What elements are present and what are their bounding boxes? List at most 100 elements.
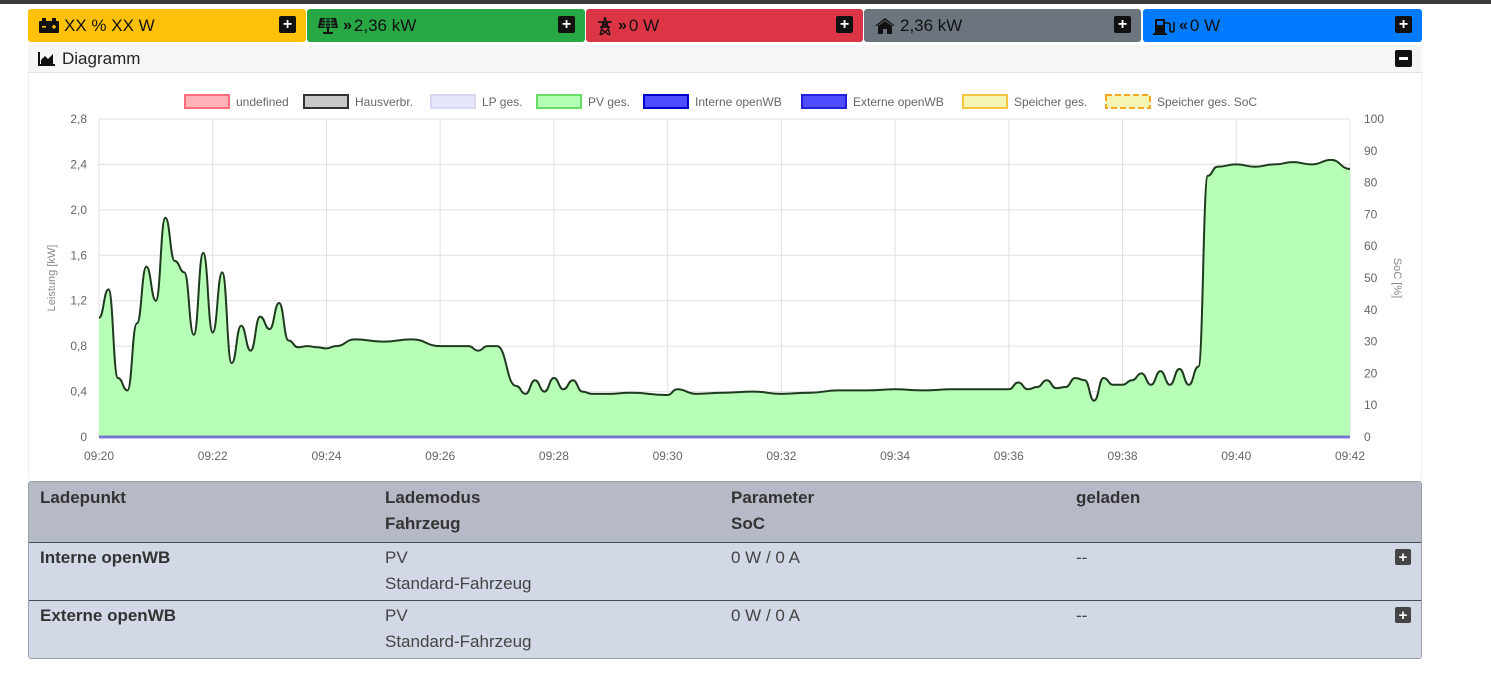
y2-tick-label: 100 xyxy=(1364,112,1384,126)
y2-tick-label: 60 xyxy=(1364,239,1378,253)
header-geladen: geladen xyxy=(1076,488,1141,507)
power-chart: undefined Hausverbr. LP ges. PV ges. Interne… xyxy=(46,94,1403,463)
pv-tile[interactable]: » 2,36 kW + xyxy=(307,9,585,42)
row-ladepunkt: Interne openWB xyxy=(40,548,171,567)
grid-direction-icon: » xyxy=(618,16,627,34)
row-mode: PV xyxy=(385,606,408,625)
row-vehicle: Standard-Fahrzeug xyxy=(385,574,532,593)
row-expand-icon[interactable]: + xyxy=(1395,549,1411,565)
row-lademodus: PV Standard-Fahrzeug xyxy=(385,545,531,597)
row-geladen: -- xyxy=(1076,548,1088,567)
row-lademodus: PV Standard-Fahrzeug xyxy=(385,603,531,655)
power-tower-icon xyxy=(596,16,614,36)
legend-swatch xyxy=(1105,94,1151,109)
legend-swatch xyxy=(184,94,230,109)
x-tick-label: 09:36 xyxy=(994,449,1024,463)
legend-label: Interne openWB xyxy=(695,95,782,109)
row-expand-icon[interactable]: + xyxy=(1395,607,1411,623)
y2-tick-label: 80 xyxy=(1364,176,1378,190)
row-parameter: 0 W / 0 A xyxy=(731,606,800,625)
collapse-icon[interactable] xyxy=(1395,50,1412,67)
y-tick-label: 2,0 xyxy=(70,203,87,217)
x-tick-label: 09:20 xyxy=(84,449,114,463)
top-border xyxy=(0,0,1491,4)
status-tiles: XX % XX W + » 2,36 kW + » 0 W + 2,36 kW … xyxy=(28,9,1422,42)
solar-panel-icon xyxy=(317,17,339,35)
pv-area xyxy=(99,159,1350,437)
legend-label: Speicher ges. SoC xyxy=(1157,95,1257,109)
charge-value: 0 W xyxy=(1189,15,1221,35)
x-tick-label: 09:24 xyxy=(311,449,341,463)
x-tick-label: 09:30 xyxy=(653,449,683,463)
battery-expand-icon[interactable]: + xyxy=(279,16,296,33)
x-tick-label: 09:28 xyxy=(539,449,569,463)
legend-label: PV ges. xyxy=(588,95,630,109)
area-chart-icon xyxy=(38,51,56,66)
table-row[interactable]: Interne openWB PV Standard-Fahrzeug 0 W … xyxy=(29,542,1421,600)
y-tick-label: 0,8 xyxy=(70,339,87,353)
table-row[interactable]: Externe openWB PV Standard-Fahrzeug 0 W … xyxy=(29,600,1421,658)
grid-expand-icon[interactable]: + xyxy=(836,16,853,33)
y-tick-label: 0 xyxy=(80,430,87,444)
x-tick-label: 09:38 xyxy=(1108,449,1138,463)
y2-tick-label: 70 xyxy=(1364,207,1378,221)
table-header: Ladepunkt Lademodus Fahrzeug Parameter SoC… xyxy=(29,482,1421,542)
legend-swatch xyxy=(643,94,689,109)
house-value: 2,36 kW xyxy=(900,15,963,35)
legend-label: Hausverbr. xyxy=(355,95,413,109)
legend-swatch xyxy=(801,94,847,109)
charge-tile[interactable]: « 0 W + xyxy=(1143,9,1422,42)
battery-icon xyxy=(38,17,60,34)
y2-tick-label: 90 xyxy=(1364,144,1378,158)
row-mode: PV xyxy=(385,548,408,567)
y2-tick-label: 40 xyxy=(1364,303,1378,317)
y-tick-label: 0,4 xyxy=(70,385,87,399)
y2-axis-label: SoC [%] xyxy=(1391,258,1403,298)
legend-label: LP ges. xyxy=(482,95,522,109)
charge-points-table: Ladepunkt Lademodus Fahrzeug Parameter SoC… xyxy=(28,481,1422,659)
legend-swatch xyxy=(303,94,349,109)
grid-value: 0 W xyxy=(628,15,660,35)
row-ladepunkt: Externe openWB xyxy=(40,606,177,625)
row-vehicle: Standard-Fahrzeug xyxy=(385,632,532,651)
legend-swatch xyxy=(962,94,1008,109)
x-tick-label: 09:34 xyxy=(880,449,910,463)
x-tick-label: 09:40 xyxy=(1221,449,1251,463)
pv-value: 2,36 kW xyxy=(353,15,417,35)
x-tick-label: 09:42 xyxy=(1335,449,1365,463)
row-geladen: -- xyxy=(1076,606,1088,625)
header-parameter: Parameter SoC xyxy=(731,488,815,533)
diagram-header[interactable]: Diagramm xyxy=(28,45,1422,73)
y-tick-label: 1,6 xyxy=(70,248,87,262)
legend-label: Speicher ges. xyxy=(1014,95,1087,109)
y2-tick-label: 10 xyxy=(1364,398,1378,412)
x-tick-label: 09:32 xyxy=(766,449,796,463)
row-parameter: 0 W / 0 A xyxy=(731,548,800,567)
x-tick-label: 09:26 xyxy=(425,449,455,463)
grid-tile[interactable]: » 0 W + xyxy=(586,9,863,42)
home-icon xyxy=(874,17,896,35)
y-tick-label: 2,8 xyxy=(70,112,87,126)
charging-station-icon xyxy=(1153,17,1175,35)
y2-tick-label: 20 xyxy=(1364,366,1378,380)
y2-tick-label: 50 xyxy=(1364,271,1378,285)
house-expand-icon[interactable]: + xyxy=(1114,16,1131,33)
header-lademodus: Lademodus Fahrzeug xyxy=(385,488,481,533)
y-tick-label: 2,4 xyxy=(70,157,87,171)
y-tick-label: 1,2 xyxy=(70,294,87,308)
diagram-title: Diagramm xyxy=(62,48,141,68)
y2-tick-label: 0 xyxy=(1364,430,1371,444)
house-tile[interactable]: 2,36 kW + xyxy=(864,9,1141,42)
pv-direction-icon: » xyxy=(343,16,352,34)
battery-value: XX % XX W xyxy=(64,15,155,35)
pv-expand-icon[interactable]: + xyxy=(558,16,575,33)
legend-swatch xyxy=(430,94,476,109)
charge-expand-icon[interactable]: + xyxy=(1395,16,1412,33)
legend-label: Externe openWB xyxy=(853,95,944,109)
legend-swatch xyxy=(536,94,582,109)
y-axis-label: Leistung [kW] xyxy=(46,245,58,312)
charge-direction-icon: « xyxy=(1179,16,1188,34)
battery-tile[interactable]: XX % XX W + xyxy=(28,9,306,42)
y2-tick-label: 30 xyxy=(1364,335,1378,349)
x-tick-label: 09:22 xyxy=(198,449,228,463)
